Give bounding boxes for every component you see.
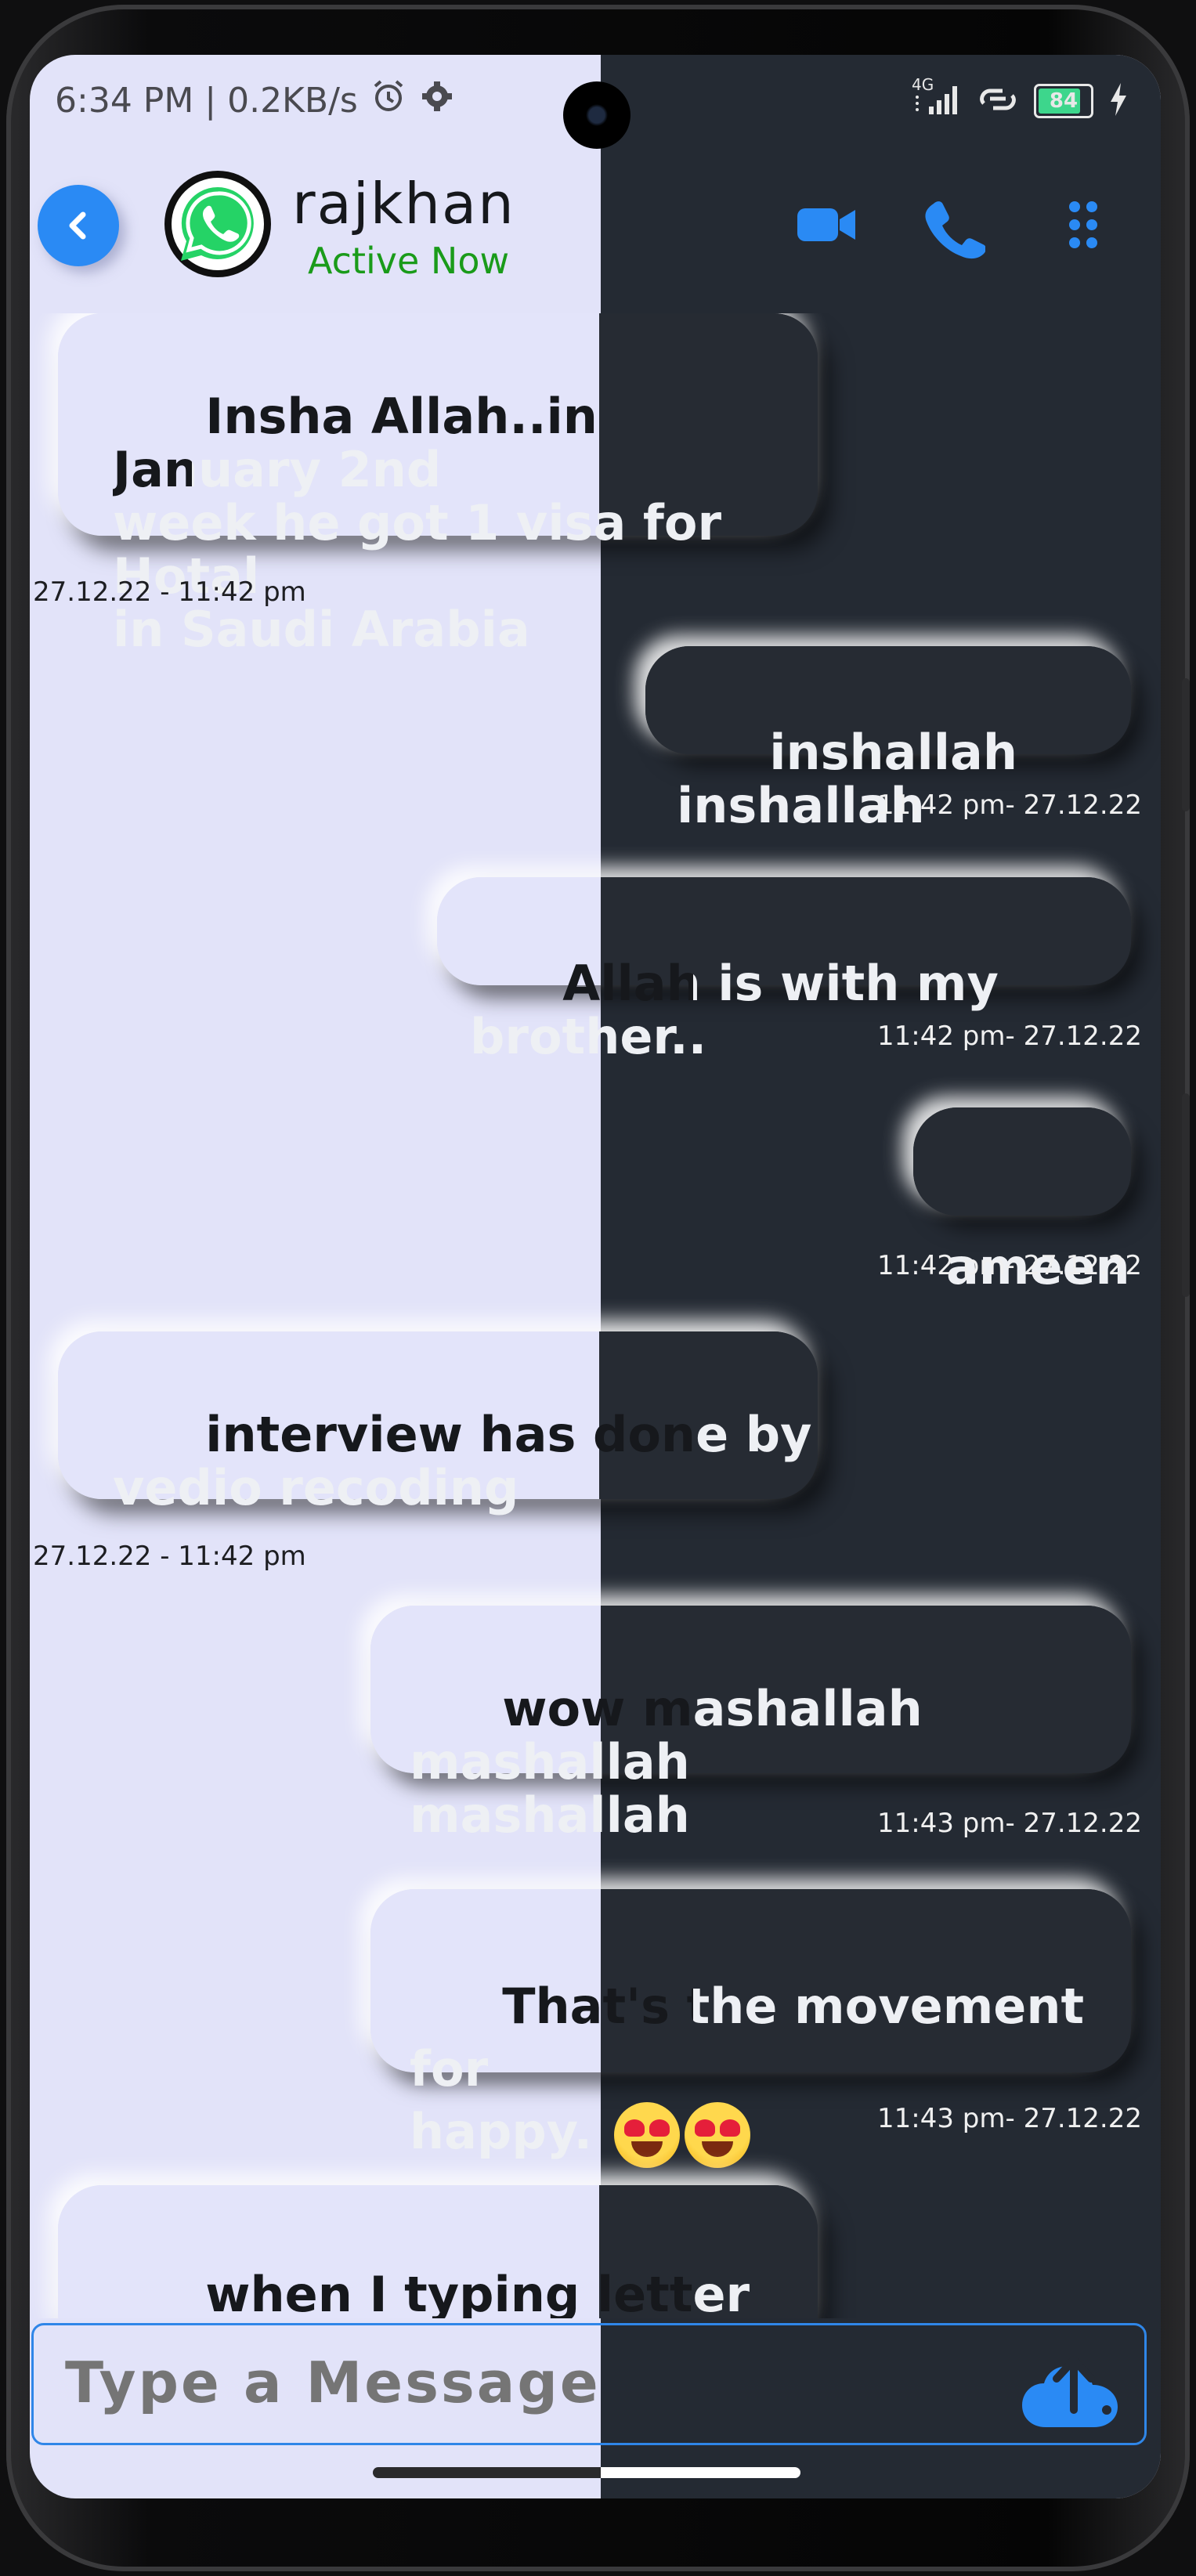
message-timestamp: 11:42 pm- 27.12.22 bbox=[877, 1250, 1142, 1281]
message-text: Insha Allah..in January 2nd week he got … bbox=[113, 388, 739, 658]
message-bubble-outgoing[interactable]: Allah is with my brother.. bbox=[437, 877, 1131, 1064]
message-input[interactable] bbox=[63, 2349, 928, 2416]
message-timestamp: 27.12.22 - 11:42 pm bbox=[33, 1541, 306, 1572]
menu-button[interactable] bbox=[1064, 197, 1103, 252]
message-text: wow mashallah mashallah mashallah bbox=[410, 1680, 939, 1844]
signal-icon: 4G bbox=[912, 75, 962, 121]
heart-eyes-emoji bbox=[684, 2101, 750, 2168]
front-camera bbox=[563, 81, 631, 149]
message-list[interactable]: Insha Allah..in January 2nd week he got … bbox=[30, 313, 1161, 2318]
gear-icon bbox=[419, 81, 455, 123]
video-camera-icon bbox=[797, 208, 855, 241]
message-bubble-outgoing[interactable]: wow mashallah mashallah mashallah bbox=[370, 1606, 1131, 1842]
back-button[interactable] bbox=[38, 185, 119, 266]
message-bubble-outgoing[interactable]: That's the movement for happy. bbox=[370, 1889, 1131, 2168]
power-button bbox=[1182, 1093, 1190, 1297]
dots-grid-icon bbox=[1069, 201, 1097, 248]
network-type: 4G bbox=[912, 75, 934, 94]
voice-call-button[interactable] bbox=[923, 197, 985, 260]
chat-header: rajkhan Active Now bbox=[30, 164, 1161, 282]
time-speed: 6:34 PM | 0.2KB/s bbox=[55, 81, 358, 121]
whatsapp-icon bbox=[172, 178, 264, 270]
message-timestamp: 11:42 pm- 27.12.22 bbox=[877, 789, 1142, 821]
message-timestamp: 11:43 pm- 27.12.22 bbox=[877, 1808, 1142, 1839]
home-indicator[interactable] bbox=[373, 2467, 800, 2478]
message-bubble-incoming[interactable]: Insha Allah..in January 2nd week he got … bbox=[58, 313, 818, 656]
alarm-icon bbox=[369, 80, 419, 123]
battery-indicator: 84 bbox=[1034, 84, 1093, 118]
contact-name: rajkhan bbox=[292, 171, 515, 237]
cloud-upload-icon bbox=[1022, 2356, 1118, 2427]
phone-icon bbox=[925, 201, 985, 259]
status-right: 4G 84 bbox=[912, 75, 1129, 121]
status-bar: 6:34 PM | 0.2KB/s 4G 84 bbox=[30, 55, 1161, 157]
screen: 6:34 PM | 0.2KB/s 4G 84 rajkhan Active N… bbox=[30, 55, 1161, 2498]
battery-level: 84 bbox=[1049, 89, 1079, 113]
message-bubble-outgoing[interactable]: ameen bbox=[913, 1107, 1131, 1294]
status-left: 6:34 PM | 0.2KB/s bbox=[55, 78, 455, 123]
message-composer bbox=[31, 2323, 1147, 2445]
message-text: when I typing letter are cutting loking … bbox=[113, 2266, 767, 2319]
message-text: interview has done by vedio recoding bbox=[113, 1406, 812, 1516]
message-timestamp: 11:42 pm- 27.12.22 bbox=[877, 1021, 1142, 1052]
video-call-button[interactable] bbox=[794, 197, 860, 252]
avatar[interactable] bbox=[164, 171, 271, 277]
heart-eyes-emoji bbox=[613, 2101, 680, 2168]
message-timestamp: 11:43 pm- 27.12.22 bbox=[877, 2103, 1142, 2134]
chevron-left-icon bbox=[69, 211, 86, 240]
message-bubble-incoming[interactable]: when I typing letter are cutting loking … bbox=[58, 2185, 818, 2318]
message-timestamp: 27.12.22 - 11:42 pm bbox=[33, 576, 306, 608]
active-status: Active Now bbox=[308, 240, 510, 282]
send-button[interactable] bbox=[1019, 2339, 1129, 2433]
link-icon bbox=[976, 81, 1020, 121]
message-bubble-incoming[interactable]: interview has done by vedio recoding bbox=[58, 1331, 818, 1515]
bolt-icon bbox=[1107, 81, 1129, 121]
volume-button bbox=[1182, 678, 1190, 811]
message-bubble-outgoing[interactable]: inshallah inshallah bbox=[645, 646, 1131, 833]
